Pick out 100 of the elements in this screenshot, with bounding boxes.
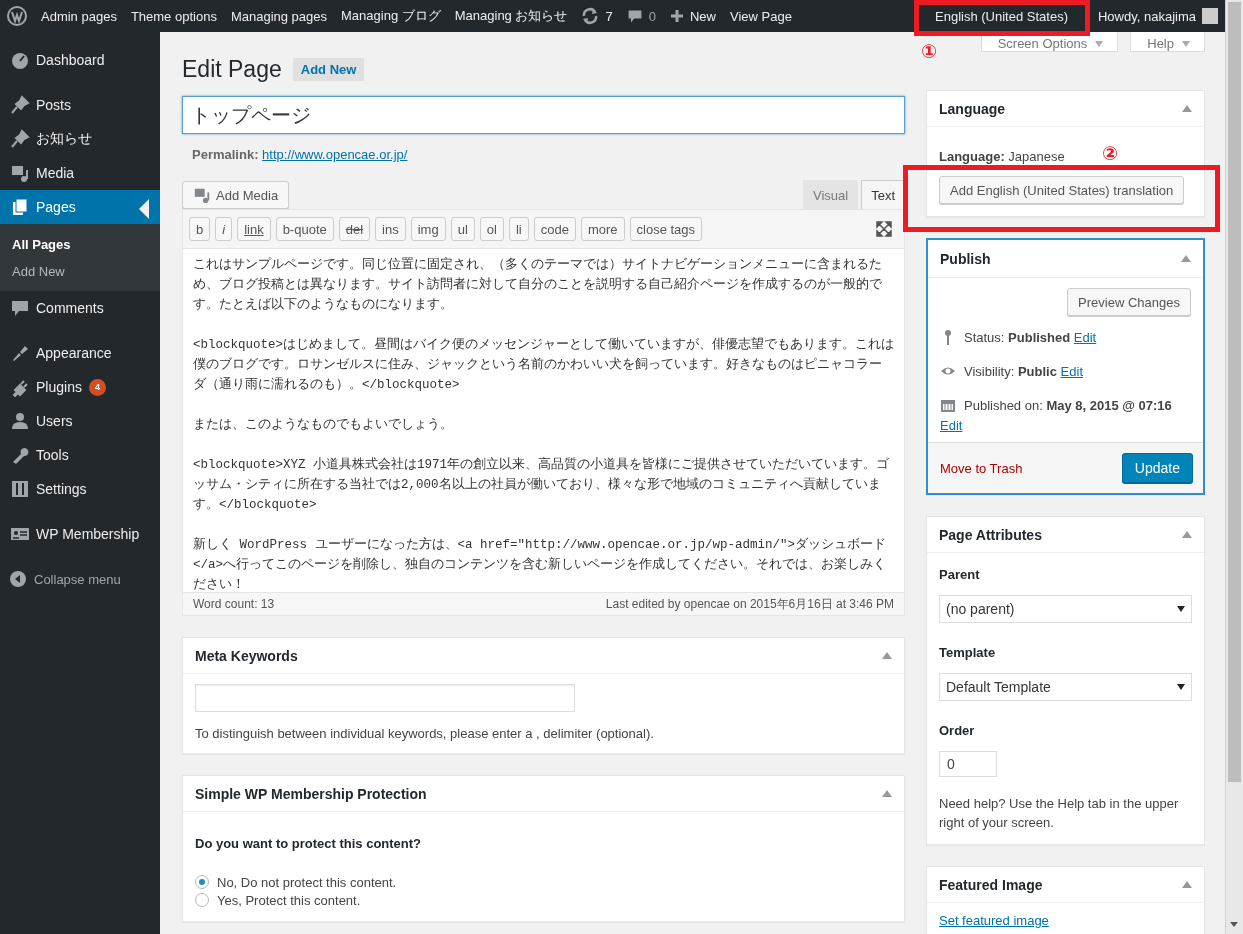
admin-bar-link[interactable]: Managing pages: [223, 0, 335, 32]
collapse-arrow-icon[interactable]: [882, 652, 892, 659]
editor-paragraph: これはサンプルページです。同じ位置に固定され、（多くのテーマでは）サイトナビゲーションメニューに含まれるため、ブログ投稿とは異なります。サイト訪問者に対して自分のことを説明する自己紹介ページを作成するのが一般的です。たとえば以下のようなものになります。: [193, 256, 883, 314]
user-icon: [10, 411, 30, 431]
quicktag-button[interactable]: li: [508, 217, 529, 241]
caret-icon: [1182, 40, 1190, 47]
radio-button[interactable]: [195, 893, 209, 907]
update-count[interactable]: 7: [605, 8, 613, 24]
plus-icon[interactable]: [669, 9, 684, 23]
scrollbar[interactable]: [1225, 0, 1243, 934]
calendar-icon: [940, 397, 956, 413]
sidebar-item[interactable]: Pages: [0, 190, 160, 224]
editor-paragraph: <blockquote>はじめまして。昼間はバイク便のメッセンジャーとして働いていますが、俳優志望でもあります。これは僕のブログです。ロサンゼルスに住み、ジャックという名前のかわいい犬を飼っています。好きなものはピニャコラーダ（通り雨に濡れるのも）。</blockquote>: [193, 336, 894, 394]
sidebar-item[interactable]: お知らせ: [0, 122, 160, 156]
publish-status-text: Visibility: Public: [964, 364, 1057, 379]
quicktag-button[interactable]: img: [410, 217, 446, 241]
collapse-arrow-icon[interactable]: [1182, 881, 1192, 888]
sidebar-item[interactable]: Dashboard: [0, 43, 160, 77]
quicktag-button[interactable]: b-quote: [275, 217, 334, 241]
parent-select[interactable]: (no parent): [939, 595, 1192, 623]
permalink-label: Permalink:: [192, 147, 259, 162]
box-title: Page Attributes: [939, 526, 1042, 543]
sidebar-item[interactable]: Tools: [0, 438, 160, 472]
update-button[interactable]: Update: [1121, 453, 1193, 483]
fullscreen-icon[interactable]: [876, 221, 892, 237]
quicktag-button[interactable]: del: [338, 217, 371, 241]
question-text: Do you want to protect this content?: [195, 836, 423, 851]
collapse-arrow-icon[interactable]: [882, 790, 892, 797]
sidebar-item[interactable]: Media: [0, 156, 160, 190]
view-page-link[interactable]: View Page: [722, 0, 799, 32]
edit-link[interactable]: Edit: [1060, 364, 1083, 379]
add-media-button[interactable]: Add Media: [182, 181, 290, 209]
annotation-number: ①: [921, 40, 938, 62]
quicktag-button[interactable]: link: [237, 217, 271, 241]
title-field[interactable]: トップページ: [182, 96, 905, 134]
template-select[interactable]: Default Template: [939, 673, 1192, 701]
keywords-field[interactable]: [195, 684, 575, 712]
word-count: Word count: 13: [193, 597, 275, 611]
sidebar-item[interactable]: Settings: [0, 472, 160, 506]
admin-bar-link[interactable]: Theme options: [123, 0, 224, 32]
comment-icon[interactable]: [626, 8, 643, 24]
media-icon: [10, 163, 30, 183]
order-field[interactable]: 0: [939, 751, 997, 777]
pin-icon: [10, 95, 30, 115]
sidebar-item[interactable]: Users: [0, 404, 160, 438]
editor-tab[interactable]: Visual: [802, 180, 859, 209]
quicktag-button[interactable]: close tags: [629, 217, 703, 241]
collapse-icon[interactable]: [10, 571, 26, 587]
collapse-arrow-icon[interactable]: [1182, 531, 1192, 538]
help-text: To distinguish between individual keywords, please enter a , delimiter (optional).: [195, 726, 655, 741]
set-featured-image-link[interactable]: Set featured image: [939, 913, 1049, 928]
new-link[interactable]: New: [689, 8, 716, 24]
quicktag-button[interactable]: code: [533, 217, 576, 241]
quicktag-button[interactable]: ol: [479, 217, 504, 241]
quicktag-button[interactable]: more: [580, 217, 625, 241]
quicktag-button[interactable]: i: [215, 217, 233, 241]
collapse-menu-button[interactable]: Collapse menu: [0, 562, 160, 596]
sidebar-item[interactable]: Posts: [0, 88, 160, 122]
gauge-icon: [10, 50, 30, 70]
language-switcher[interactable]: English (United States): [912, 0, 1091, 32]
preview-button[interactable]: Preview Changes: [1067, 288, 1191, 316]
sidebar-item[interactable]: Comments: [0, 291, 160, 325]
radio-label[interactable]: Yes, Protect this content.: [217, 892, 361, 908]
permalink-link[interactable]: http://www.opencae.or.jp/: [262, 147, 408, 162]
editor-paragraph: 新しく WordPress ユーザーになった方は、<a href="http://www.opencae.or.jp/wp-admin/">ダッシュボード</a>へ行ってこのページを削除し、独自のコンテンツを含む新しいページを作成してください。それでは、お楽しみください！: [193, 536, 888, 592]
add-new-button[interactable]: Add New: [292, 57, 365, 81]
sidebar-item[interactable]: Plugins 4: [0, 370, 160, 404]
quicktag-button[interactable]: ul: [450, 217, 475, 241]
screen-meta-tab[interactable]: Help: [1130, 32, 1205, 52]
wordpress-logo-icon[interactable]: [7, 6, 27, 26]
comment-icon: [10, 298, 30, 318]
radio-button[interactable]: [195, 875, 209, 889]
admin-bar-link[interactable]: Managing ブログ: [334, 0, 448, 32]
refresh-icon[interactable]: [581, 7, 600, 25]
sidebar-item[interactable]: WP Membership: [0, 517, 160, 551]
radio-label[interactable]: No, Do not protect this content.: [217, 874, 397, 890]
count-badge: 4: [88, 378, 106, 396]
trash-link[interactable]: Move to Trash: [940, 460, 1023, 476]
publish-status-text: Status: Published: [964, 330, 1071, 345]
editor-tab[interactable]: Text: [861, 180, 905, 209]
collapse-arrow-icon[interactable]: [1181, 255, 1191, 262]
comment-count[interactable]: 0: [648, 8, 656, 24]
admin-bar-link[interactable]: Admin pages: [34, 0, 124, 32]
caret-icon: [1177, 684, 1185, 690]
sidebar-item[interactable]: Appearance: [0, 336, 160, 370]
submenu-item[interactable]: All Pages: [0, 231, 160, 258]
field-label: Template: [939, 645, 997, 660]
edit-link[interactable]: Edit: [940, 418, 963, 433]
box-title: Language: [939, 100, 1006, 117]
quicktag-button[interactable]: ins: [375, 217, 406, 241]
add-translation-button[interactable]: Add English (United States) translation: [939, 176, 1185, 204]
collapse-arrow-icon[interactable]: [1182, 105, 1192, 112]
quicktag-button[interactable]: b: [189, 217, 211, 241]
pages-icon: [10, 197, 30, 217]
box-title: Featured Image: [939, 876, 1043, 893]
box-title: Publish: [940, 250, 991, 267]
submenu-item[interactable]: Add New: [0, 258, 160, 285]
edit-link[interactable]: Edit: [1073, 330, 1097, 345]
greeting[interactable]: Howdy, nakajima: [1098, 8, 1196, 24]
admin-bar-link[interactable]: Managing お知らせ: [447, 0, 575, 32]
